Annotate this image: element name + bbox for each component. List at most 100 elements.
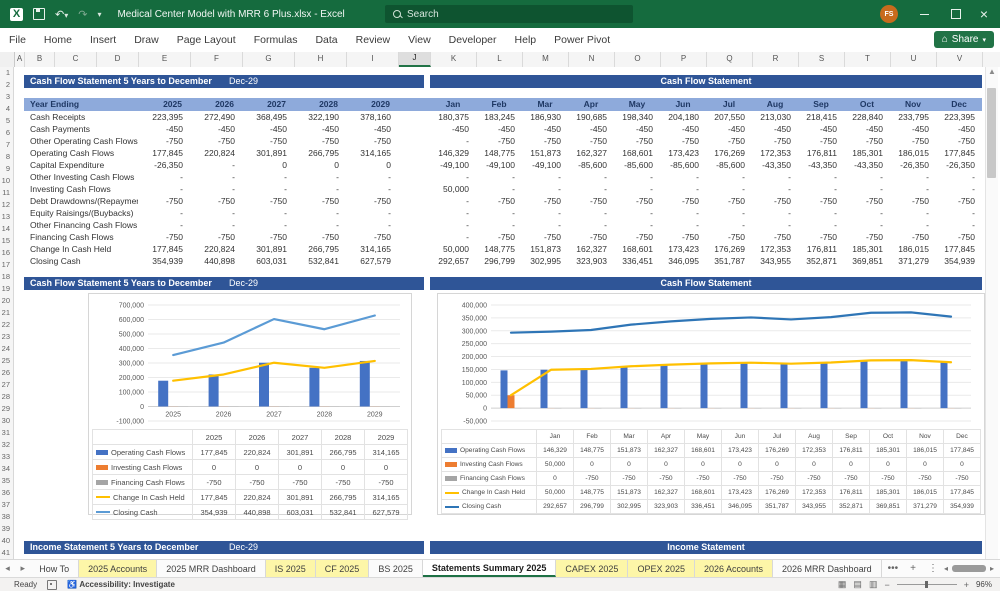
- cell[interactable]: -450: [614, 123, 660, 135]
- cell[interactable]: 369,851: [844, 255, 890, 267]
- cell[interactable]: -750: [476, 231, 522, 243]
- cell[interactable]: -: [346, 183, 398, 195]
- cell[interactable]: 627,579: [346, 255, 398, 267]
- cell[interactable]: -750: [706, 135, 752, 147]
- cell[interactable]: -450: [660, 123, 706, 135]
- cell[interactable]: -750: [190, 231, 242, 243]
- cell[interactable]: -750: [936, 231, 982, 243]
- month-header-aug[interactable]: Aug: [752, 98, 798, 111]
- row-label[interactable]: Debt Drawdowns/(Repayments: [24, 195, 138, 207]
- search-input[interactable]: Search: [385, 5, 633, 23]
- ribbon-tab-developer[interactable]: Developer: [440, 29, 506, 52]
- cell[interactable]: -85,600: [706, 159, 752, 171]
- cell[interactable]: 223,395: [138, 111, 190, 123]
- cell[interactable]: 162,327: [568, 147, 614, 159]
- month-header-may[interactable]: May: [614, 98, 660, 111]
- cell[interactable]: 272,490: [190, 111, 242, 123]
- cell[interactable]: -: [190, 171, 242, 183]
- cell[interactable]: -: [798, 183, 844, 195]
- cell[interactable]: -750: [798, 195, 844, 207]
- cell[interactable]: [398, 135, 430, 147]
- cell[interactable]: -750: [476, 135, 522, 147]
- cell[interactable]: [14, 231, 24, 243]
- cell[interactable]: -: [476, 183, 522, 195]
- cell[interactable]: 354,939: [138, 255, 190, 267]
- row-header-36[interactable]: 36: [0, 487, 13, 499]
- sheet-tab-bs-2025[interactable]: BS 2025: [369, 560, 423, 577]
- monthly-cash-flow-chart[interactable]: 400,000 350,000 300,000 250,000 200,000 150,0…: [437, 293, 985, 515]
- row-header-34[interactable]: 34: [0, 463, 13, 475]
- cell[interactable]: -750: [706, 195, 752, 207]
- column-header-P[interactable]: P: [661, 52, 707, 67]
- cell[interactable]: -: [522, 219, 568, 231]
- cell[interactable]: [398, 255, 430, 267]
- cell[interactable]: -49,100: [522, 159, 568, 171]
- row-header-2[interactable]: 2: [0, 79, 13, 91]
- ribbon-tab-review[interactable]: Review: [347, 29, 399, 52]
- accessibility-status[interactable]: ♿ Accessibility: Investigate: [67, 580, 175, 589]
- cell[interactable]: 168,601: [614, 147, 660, 159]
- page-layout-view-icon[interactable]: ▤: [853, 579, 862, 590]
- cell[interactable]: -49,100: [430, 159, 476, 171]
- row-header-5[interactable]: 5: [0, 115, 13, 127]
- row-header-4[interactable]: 4: [0, 103, 13, 115]
- month-header-sep[interactable]: Sep: [798, 98, 844, 111]
- cell[interactable]: -: [752, 219, 798, 231]
- sheet-tab-is-2025[interactable]: IS 2025: [265, 560, 316, 577]
- cell[interactable]: 0: [294, 159, 346, 171]
- cell[interactable]: 346,095: [660, 255, 706, 267]
- row-header-6[interactable]: 6: [0, 127, 13, 139]
- cell[interactable]: 177,845: [138, 147, 190, 159]
- column-header-E[interactable]: E: [139, 52, 191, 67]
- avatar[interactable]: FS: [880, 5, 898, 23]
- horizontal-scrollbar-thumb[interactable]: [951, 565, 986, 572]
- column-header-C[interactable]: C: [55, 52, 97, 67]
- sheet-tab-cf-2025[interactable]: CF 2025: [315, 560, 370, 577]
- row-header-24[interactable]: 24: [0, 343, 13, 355]
- cell[interactable]: -750: [138, 231, 190, 243]
- cell[interactable]: 368,495: [242, 111, 294, 123]
- cell[interactable]: 0: [242, 159, 294, 171]
- cell[interactable]: -: [890, 219, 936, 231]
- scroll-up-icon[interactable]: ▲: [986, 67, 998, 76]
- column-header-K[interactable]: K: [431, 52, 477, 67]
- cell[interactable]: -750: [522, 231, 568, 243]
- cell[interactable]: 176,811: [798, 147, 844, 159]
- column-header-F[interactable]: F: [191, 52, 243, 67]
- cell[interactable]: -750: [294, 231, 346, 243]
- row-header-16[interactable]: 16: [0, 247, 13, 259]
- ribbon-tab-home[interactable]: Home: [35, 29, 81, 52]
- cell[interactable]: -: [430, 231, 476, 243]
- month-header-jan[interactable]: Jan: [430, 98, 476, 111]
- cell[interactable]: -: [660, 183, 706, 195]
- row-header-17[interactable]: 17: [0, 259, 13, 271]
- cell[interactable]: -: [844, 171, 890, 183]
- sheet-tab-capex-2025[interactable]: CAPEX 2025: [556, 560, 629, 577]
- row-header-21[interactable]: 21: [0, 307, 13, 319]
- cell[interactable]: -750: [568, 195, 614, 207]
- cell[interactable]: -85,600: [568, 159, 614, 171]
- cell[interactable]: 323,903: [568, 255, 614, 267]
- cell[interactable]: 266,795: [294, 147, 346, 159]
- cell[interactable]: -: [346, 171, 398, 183]
- cell[interactable]: 314,165: [346, 243, 398, 255]
- row-header-8[interactable]: 8: [0, 151, 13, 163]
- row-header-27[interactable]: 27: [0, 379, 13, 391]
- cell[interactable]: -: [522, 171, 568, 183]
- cell[interactable]: [14, 147, 24, 159]
- cell[interactable]: -85,600: [660, 159, 706, 171]
- cell[interactable]: -: [660, 207, 706, 219]
- horizontal-scrollbar[interactable]: ◂ ▸: [944, 560, 1000, 577]
- cell[interactable]: -: [614, 183, 660, 195]
- column-header-D[interactable]: D: [97, 52, 139, 67]
- cell[interactable]: 292,657: [430, 255, 476, 267]
- cell[interactable]: 302,995: [522, 255, 568, 267]
- cell[interactable]: -: [190, 183, 242, 195]
- cell[interactable]: -750: [294, 135, 346, 147]
- undo-icon[interactable]: ↶▾: [55, 8, 68, 21]
- row-header-23[interactable]: 23: [0, 331, 13, 343]
- column-header-H[interactable]: H: [295, 52, 347, 67]
- ribbon-tab-page-layout[interactable]: Page Layout: [168, 29, 245, 52]
- customize-toolbar-icon[interactable]: ▾: [97, 10, 101, 19]
- cell[interactable]: -750: [346, 231, 398, 243]
